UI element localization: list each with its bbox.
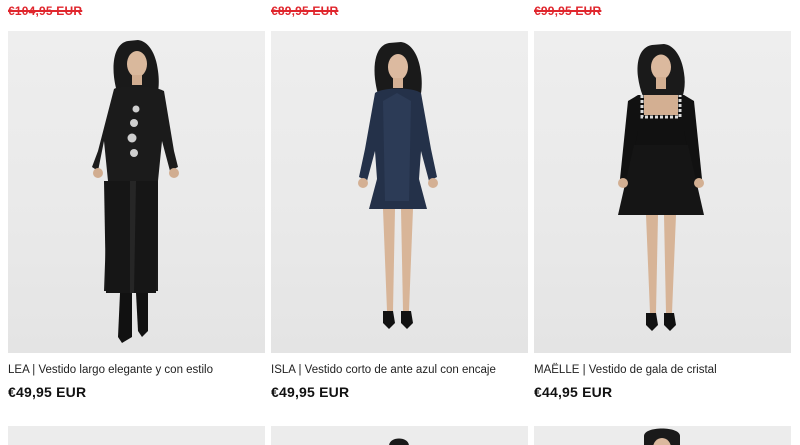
model-head-partial-illustration <box>644 428 680 445</box>
next-row-product-image-2[interactable] <box>271 426 528 445</box>
model-blue-short-dress-illustration <box>358 42 438 329</box>
next-row-product-image-1[interactable] <box>8 426 265 445</box>
model-black-crystal-gala-dress-illustration <box>618 44 704 331</box>
product-price-lea: €49,95 EUR <box>8 384 87 400</box>
product-image-lea[interactable] <box>8 31 265 353</box>
model-long-black-dress-illustration <box>92 40 179 343</box>
product-card-lea[interactable]: LEA | Vestido largo elegante y con estil… <box>8 31 265 400</box>
old-price-isla: €89,95 EUR <box>271 4 339 18</box>
previous-row-old-prices: €104,95 EUR €89,95 EUR €99,95 EUR <box>0 4 800 24</box>
product-title-maelle[interactable]: MAËLLE | Vestido de gala de cristal <box>534 363 791 377</box>
product-title-lea[interactable]: LEA | Vestido largo elegante y con estil… <box>8 363 265 377</box>
old-price-lea: €104,95 EUR <box>8 4 83 18</box>
product-image-maelle[interactable] <box>534 31 791 353</box>
product-card-maelle[interactable]: MAËLLE | Vestido de gala de cristal €44,… <box>534 31 791 400</box>
model-hair-partial-illustration <box>389 438 409 445</box>
product-image-isla[interactable] <box>271 31 528 353</box>
product-price-maelle: €44,95 EUR <box>534 384 613 400</box>
product-grid-page: €104,95 EUR €89,95 EUR €99,95 EUR LEA | … <box>0 0 800 445</box>
product-card-isla[interactable]: ISLA | Vestido corto de ante azul con en… <box>271 31 528 400</box>
product-price-isla: €49,95 EUR <box>271 384 350 400</box>
old-price-maelle: €99,95 EUR <box>534 4 602 18</box>
next-row-product-image-3[interactable] <box>534 426 791 445</box>
product-title-isla[interactable]: ISLA | Vestido corto de ante azul con en… <box>271 363 528 377</box>
